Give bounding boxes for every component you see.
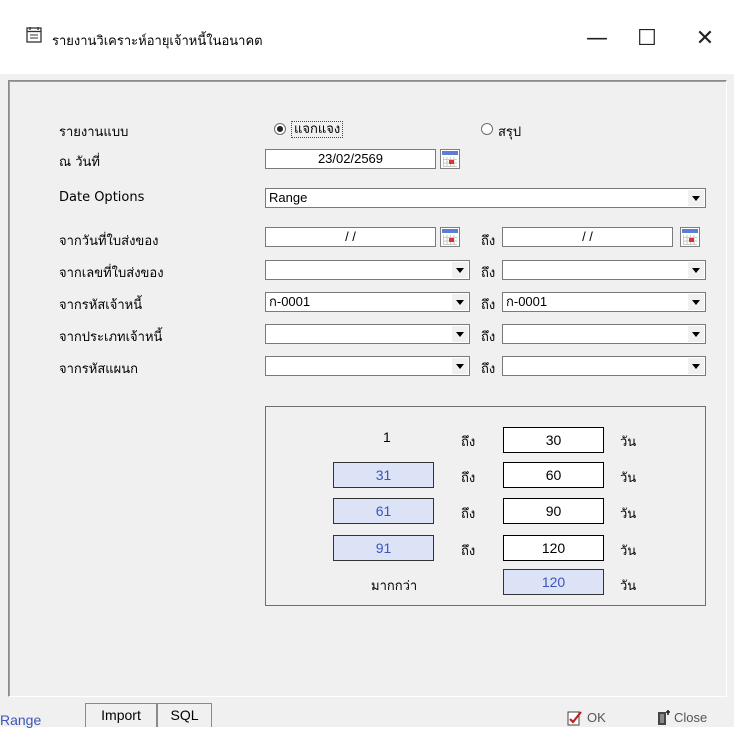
tab-import[interactable]: Import <box>85 703 157 727</box>
delivery-no-to-select[interactable] <box>502 260 706 280</box>
title-bar: รายงานวิเคราะห์อายุเจ้าหนี้ในอนาคต — ☐ ✕ <box>0 0 734 74</box>
aging-to-label: ถึง <box>461 507 476 522</box>
creditor-code-from-select[interactable]: ก-0001 <box>265 292 470 312</box>
date-options-select[interactable]: Range <box>265 188 706 208</box>
date-options-label: Date Options <box>59 190 145 205</box>
aging-day-label: วัน <box>620 435 637 450</box>
creditor-code-to-value: ก-0001 <box>506 294 548 309</box>
aging-day-label: วัน <box>620 471 637 486</box>
to-label: ถึง <box>481 330 496 345</box>
radio-detail-label: แจกแจง <box>291 121 344 138</box>
chevron-down-icon[interactable] <box>452 326 468 342</box>
calendar-icon[interactable] <box>680 227 700 247</box>
creditor-code-from-value: ก-0001 <box>269 294 311 309</box>
ok-icon <box>567 710 582 725</box>
to-label: ถึง <box>481 266 496 281</box>
chevron-down-icon[interactable] <box>688 262 704 278</box>
close-button-label: Close <box>674 710 708 725</box>
aging-to-label: ถึง <box>461 544 476 559</box>
delivery-date-to-input[interactable]: / / <box>502 227 673 247</box>
aging-row-3-from: 61 <box>333 498 434 524</box>
creditor-type-to-select[interactable] <box>502 324 706 344</box>
creditor-code-label: จากรหัสเจ้าหนี้ <box>59 298 143 313</box>
chevron-down-icon[interactable] <box>688 358 704 374</box>
report-window-icon <box>26 27 42 43</box>
aging-to-label: ถึง <box>461 435 476 450</box>
aging-more-than-value: 120 <box>503 569 604 595</box>
creditor-code-to-select[interactable]: ก-0001 <box>502 292 706 312</box>
aging-day-label: วัน <box>620 507 637 522</box>
aging-more-than-label: มากกว่า <box>371 579 418 594</box>
close-button[interactable]: Close <box>656 708 707 727</box>
aging-row-2-from: 31 <box>333 462 434 488</box>
aging-to-label: ถึง <box>461 471 476 486</box>
aging-row-1-from: 1 <box>383 429 391 445</box>
chevron-down-icon[interactable] <box>452 294 468 310</box>
department-from-select[interactable] <box>265 356 470 376</box>
as-of-date-label: ณ วันที่ <box>59 155 100 170</box>
minimize-button[interactable]: — <box>574 18 620 58</box>
aging-row-1-to-input[interactable]: 30 <box>503 427 604 453</box>
creditor-type-label: จากประเภทเจ้าหนี้ <box>59 330 163 345</box>
aging-row-4-from: 91 <box>333 535 434 561</box>
delivery-date-from-input[interactable]: / / <box>265 227 436 247</box>
aging-row-3-to-input[interactable]: 90 <box>503 498 604 524</box>
tab-sql[interactable]: SQL <box>157 703 212 727</box>
aging-range-box <box>265 406 706 606</box>
to-label: ถึง <box>481 234 496 249</box>
radio-summary-label: สรุป <box>498 125 522 140</box>
radio-detail[interactable] <box>274 123 286 135</box>
chevron-down-icon[interactable] <box>688 326 704 342</box>
chevron-down-icon[interactable] <box>688 190 704 206</box>
department-label: จากรหัสแผนก <box>59 362 139 377</box>
aging-row-4-to-input[interactable]: 120 <box>503 535 604 561</box>
calendar-icon[interactable] <box>440 149 460 169</box>
maximize-button[interactable]: ☐ <box>624 18 670 58</box>
delivery-date-label: จากวันที่ใบส่งของ <box>59 234 159 249</box>
exit-door-icon <box>658 709 670 725</box>
aging-day-label: วัน <box>620 544 637 559</box>
delivery-no-from-select[interactable] <box>265 260 470 280</box>
close-window-button[interactable]: ✕ <box>682 18 728 58</box>
tab-range[interactable]: Range <box>0 708 84 728</box>
date-options-value: Range <box>269 190 308 205</box>
as-of-date-input[interactable]: 23/02/2569 <box>265 149 436 169</box>
department-to-select[interactable] <box>502 356 706 376</box>
to-label: ถึง <box>481 298 496 313</box>
aging-day-label: วัน <box>620 579 637 594</box>
ok-button-label: OK <box>587 710 606 725</box>
calendar-icon[interactable] <box>440 227 460 247</box>
to-label: ถึง <box>481 362 496 377</box>
radio-summary[interactable] <box>481 123 493 135</box>
aging-row-2-to-input[interactable]: 60 <box>503 462 604 488</box>
chevron-down-icon[interactable] <box>688 294 704 310</box>
window-title: รายงานวิเคราะห์อายุเจ้าหนี้ในอนาคต <box>52 34 263 49</box>
delivery-no-label: จากเลขที่ใบส่งของ <box>59 266 164 281</box>
creditor-type-from-select[interactable] <box>265 324 470 344</box>
report-type-label: รายงานแบบ <box>59 125 129 140</box>
ok-button[interactable]: OK <box>567 708 606 727</box>
chevron-down-icon[interactable] <box>452 262 468 278</box>
chevron-down-icon[interactable] <box>452 358 468 374</box>
